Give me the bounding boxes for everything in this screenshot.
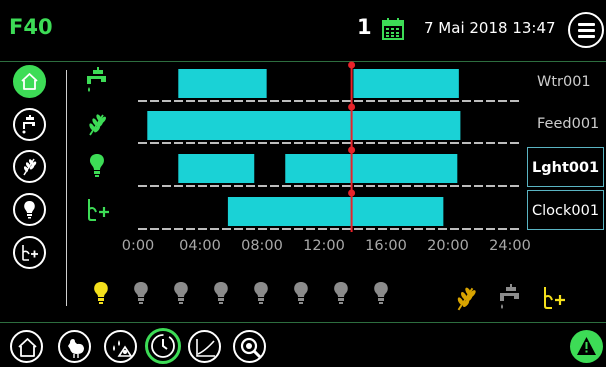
current-time-dot xyxy=(348,189,356,197)
light-bulb-icon xyxy=(174,282,188,304)
axis-tick-label: 08:00 xyxy=(241,238,283,254)
schedule-bar xyxy=(147,111,461,140)
alarm-warning-icon xyxy=(577,337,596,355)
row-label-feed[interactable]: Feed001 xyxy=(527,104,604,144)
clock-icon xyxy=(151,334,175,358)
current-time-dot xyxy=(348,61,356,69)
schedule-bar xyxy=(285,154,458,183)
search-icon xyxy=(240,337,262,359)
chicken-icon xyxy=(68,339,84,358)
row-label-light[interactable]: Lght001 xyxy=(527,147,604,187)
nav-flock-button[interactable] xyxy=(58,330,91,363)
nav-graph-button[interactable] xyxy=(188,330,221,363)
nav-clock-button[interactable] xyxy=(145,328,181,364)
footer-divider xyxy=(0,322,606,323)
current-time-dot xyxy=(348,103,356,111)
nav-production-button[interactable] xyxy=(104,330,137,363)
schedule-bar xyxy=(353,69,459,98)
nav-search-button[interactable] xyxy=(233,330,266,363)
nav-home-button[interactable] xyxy=(10,330,43,363)
wheat-icon xyxy=(457,287,476,311)
axis-tick-label: 12:00 xyxy=(303,238,345,254)
light-bulb-icon xyxy=(94,282,108,304)
bottom-bar xyxy=(0,322,606,367)
row-label-clock[interactable]: Clock001 xyxy=(527,190,604,230)
graph-icon xyxy=(196,339,215,357)
axis-tick-label: 04:00 xyxy=(179,238,221,254)
light-bulb-icon xyxy=(374,282,388,304)
alarm-button[interactable] xyxy=(570,330,603,363)
schedule-bar xyxy=(178,154,255,183)
timeline-chart: 0:00 04:00 08:00 12:00 16:00 20:00 24:00 xyxy=(122,61,531,254)
light-bulb-icon xyxy=(334,282,348,304)
light-bulb-icon xyxy=(134,282,148,304)
light-bulb-icon xyxy=(294,282,308,304)
axis-tick-label: 16:00 xyxy=(365,238,407,254)
clock-output-icon xyxy=(544,287,565,309)
light-bulb-icon xyxy=(214,282,228,304)
schedule-bar xyxy=(227,197,444,226)
row-label-water[interactable]: Wtr001 xyxy=(527,62,604,102)
water-tap-icon xyxy=(500,284,519,309)
scale-drops-icon xyxy=(113,340,133,357)
light-bulb-icon xyxy=(254,282,268,304)
current-time-dot xyxy=(348,146,356,154)
axis-tick-label: 0:00 xyxy=(122,238,155,254)
axis-tick-label: 24:00 xyxy=(489,238,531,254)
axis-tick-label: 20:00 xyxy=(427,238,469,254)
house-icon xyxy=(18,338,37,357)
schedule-bar xyxy=(178,69,267,98)
